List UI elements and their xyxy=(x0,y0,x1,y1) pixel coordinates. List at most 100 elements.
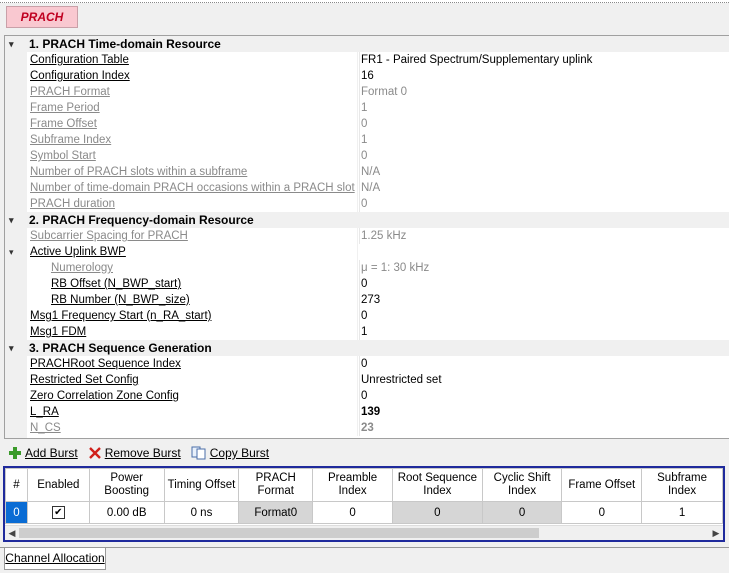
property-value[interactable]: 0 xyxy=(359,388,727,404)
section-header[interactable]: ▾ 2. PRACH Frequency-domain Resource xyxy=(5,212,729,228)
cell-enabled-checkbox[interactable]: ✔ xyxy=(26,501,90,524)
property-row[interactable]: PRACH duration 0 xyxy=(5,196,729,212)
column-separator xyxy=(357,196,358,212)
property-value[interactable]: 0 xyxy=(359,356,727,372)
property-row[interactable]: RB Offset (N_BWP_start) 0 xyxy=(5,276,729,292)
property-row[interactable]: Msg1 FDM 1 xyxy=(5,324,729,340)
cell-subframe-index[interactable]: 1 xyxy=(641,501,723,524)
scrollbar-thumb[interactable] xyxy=(19,528,539,538)
plus-icon xyxy=(9,447,21,459)
col-header-preamble-index[interactable]: Preamble Index xyxy=(312,468,393,502)
col-header-root-sequence-index[interactable]: Root Sequence Index xyxy=(391,468,483,502)
column-separator xyxy=(357,372,358,388)
cell-frame-offset[interactable]: 0 xyxy=(561,501,643,524)
burst-grid: # Enabled Power Boosting Timing Offset P… xyxy=(3,466,725,542)
column-separator xyxy=(357,228,358,244)
column-separator xyxy=(357,164,358,180)
property-value[interactable]: Unrestricted set xyxy=(359,372,727,388)
property-value: 1 xyxy=(359,100,727,116)
property-value[interactable]: 16 xyxy=(359,68,727,84)
property-name: Numerology xyxy=(51,262,113,274)
section-header[interactable]: ▾ 3. PRACH Sequence Generation xyxy=(5,340,729,356)
cell-root-sequence-index: 0 xyxy=(391,501,483,524)
scroll-left-icon[interactable]: ◀ xyxy=(5,526,19,540)
property-row[interactable]: Configuration Index 16 xyxy=(5,68,729,84)
section-title: 2. PRACH Frequency-domain Resource xyxy=(29,213,254,227)
col-header-enabled[interactable]: Enabled xyxy=(26,468,90,502)
property-value[interactable]: FR1 - Paired Spectrum/Supplementary upli… xyxy=(359,52,727,68)
column-separator xyxy=(357,68,358,84)
cell-index[interactable]: 0 xyxy=(5,501,28,524)
cell-timing-offset[interactable]: 0 ns xyxy=(163,501,240,524)
property-row[interactable]: Numerology μ = 1: 30 kHz xyxy=(5,260,729,276)
scroll-right-icon[interactable]: ▶ xyxy=(709,526,723,540)
collapse-icon[interactable]: ▾ xyxy=(9,244,23,260)
section-title: 1. PRACH Time-domain Resource xyxy=(29,37,221,51)
property-row[interactable]: Configuration Table FR1 - Paired Spectrum… xyxy=(5,52,729,68)
property-row[interactable]: Symbol Start 0 xyxy=(5,148,729,164)
property-row[interactable]: Restricted Set Config Unrestricted set xyxy=(5,372,729,388)
property-row[interactable]: Frame Period 1 xyxy=(5,100,729,116)
cell-power-boosting[interactable]: 0.00 dB xyxy=(88,501,165,524)
col-header-prach-format[interactable]: PRACH Format xyxy=(238,468,314,502)
property-row[interactable]: L_RA 139 xyxy=(5,404,729,420)
property-name: Subframe Index xyxy=(30,134,112,146)
col-header-power-boosting[interactable]: Power Boosting xyxy=(88,468,165,502)
property-row[interactable]: Number of time-domain PRACH occasions wi… xyxy=(5,180,729,196)
property-name: RB Number (N_BWP_size) xyxy=(51,294,190,306)
property-row[interactable]: Zero Correlation Zone Config 0 xyxy=(5,388,729,404)
remove-burst-button[interactable]: Remove Burst xyxy=(88,446,181,460)
checkbox[interactable]: ✔ xyxy=(51,506,65,519)
property-value: N/A xyxy=(359,164,727,180)
col-header-subframe-index[interactable]: Subframe Index xyxy=(641,468,723,502)
property-name: Subcarrier Spacing for PRACH xyxy=(30,230,188,242)
table-row[interactable]: 0 ✔ 0.00 dB 0 ns Format0 0 0 0 0 1 xyxy=(5,501,723,524)
property-value[interactable]: 0 xyxy=(359,308,727,324)
tab-channel-allocation-label: Channel Allocation xyxy=(5,551,105,565)
property-row[interactable]: Frame Offset 0 xyxy=(5,116,729,132)
property-row[interactable]: Msg1 Frequency Start (n_RA_start) 0 xyxy=(5,308,729,324)
column-separator xyxy=(357,324,358,340)
property-value[interactable]: 1 xyxy=(359,324,727,340)
property-name: Number of time-domain PRACH occasions wi… xyxy=(30,182,355,194)
collapse-icon[interactable]: ▾ xyxy=(9,36,23,52)
property-row[interactable]: N_CS 23 xyxy=(5,420,729,436)
property-row[interactable]: ▾ Active Uplink BWP xyxy=(5,244,729,260)
section-header[interactable]: ▾ 1. PRACH Time-domain Resource xyxy=(5,36,729,52)
cell-preamble-index[interactable]: 0 xyxy=(312,501,393,524)
burst-table-header: # Enabled Power Boosting Timing Offset P… xyxy=(5,468,723,502)
property-value[interactable]: 273 xyxy=(359,292,727,308)
property-row[interactable]: Subframe Index 1 xyxy=(5,132,729,148)
col-header-index[interactable]: # xyxy=(5,468,28,502)
property-row[interactable]: PRACHRoot Sequence Index 0 xyxy=(5,356,729,372)
property-row[interactable]: RB Number (N_BWP_size) 273 xyxy=(5,292,729,308)
bottom-tab-strip xyxy=(0,547,729,548)
remove-burst-label: Remove Burst xyxy=(104,446,181,460)
column-separator xyxy=(357,292,358,308)
column-separator xyxy=(357,404,358,420)
col-header-timing-offset[interactable]: Timing Offset xyxy=(163,468,240,502)
property-name: Frame Offset xyxy=(30,118,97,130)
column-separator xyxy=(357,116,358,132)
property-row[interactable]: Subcarrier Spacing for PRACH 1.25 kHz xyxy=(5,228,729,244)
tab-channel-allocation[interactable]: Channel Allocation xyxy=(4,548,106,570)
property-name: Active Uplink BWP xyxy=(30,246,126,258)
property-value[interactable]: 0 xyxy=(359,276,727,292)
property-row[interactable]: PRACH Format Format 0 xyxy=(5,84,729,100)
property-row[interactable]: Number of PRACH slots within a subframe N… xyxy=(5,164,729,180)
property-name: N_CS xyxy=(30,422,61,434)
column-separator xyxy=(357,388,358,404)
property-value[interactable]: 139 xyxy=(359,404,727,420)
col-header-frame-offset[interactable]: Frame Offset xyxy=(561,468,643,502)
property-value: 0 xyxy=(359,196,727,212)
column-separator xyxy=(357,148,358,164)
collapse-icon[interactable]: ▾ xyxy=(9,212,23,228)
column-separator xyxy=(357,84,358,100)
col-header-cyclic-shift-index[interactable]: Cyclic Shift Index xyxy=(481,468,563,502)
tab-prach[interactable]: PRACH xyxy=(6,6,78,28)
copy-burst-button[interactable]: Copy Burst xyxy=(191,446,269,460)
burst-table: # Enabled Power Boosting Timing Offset P… xyxy=(5,468,723,524)
add-burst-button[interactable]: Add Burst xyxy=(8,446,78,460)
collapse-icon[interactable]: ▾ xyxy=(9,340,23,356)
horizontal-scrollbar[interactable]: ◀ ▶ xyxy=(5,525,723,540)
